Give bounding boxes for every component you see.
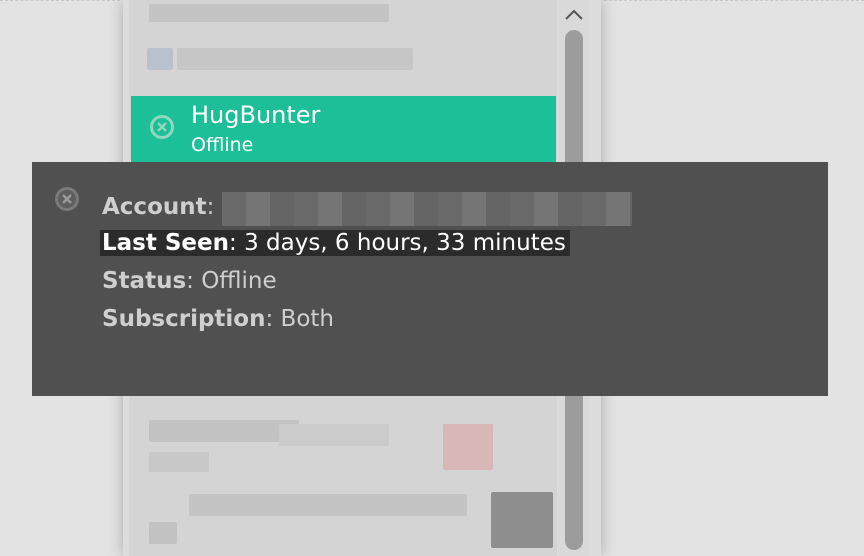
status-line: Status: Offline (102, 268, 277, 294)
redacted-avatar (443, 424, 493, 470)
scroll-up-button[interactable] (560, 4, 588, 26)
redacted-avatar (491, 492, 553, 548)
redacted-list-item[interactable] (149, 420, 299, 442)
chevron-up-icon (565, 9, 583, 20)
account-label: Account (102, 194, 207, 220)
redacted-list-item[interactable] (189, 494, 467, 516)
subscription-line: Subscription: Both (102, 306, 334, 332)
redacted-account-value (222, 192, 632, 226)
top-right-divider (604, 0, 864, 1)
last-seen-label: Last Seen (102, 230, 230, 256)
top-left-divider (0, 0, 120, 1)
last-seen-line: Last Seen: 3 days, 6 hours, 33 minutes (100, 230, 570, 256)
account-line: Account: (102, 194, 215, 220)
contact-row-selected[interactable]: HugBunter Offline (131, 96, 556, 162)
redacted-list-item[interactable] (149, 4, 389, 22)
redacted-list-item[interactable] (279, 424, 389, 446)
subscription-value: Both (280, 306, 334, 332)
offline-x-icon (55, 187, 79, 211)
contact-name: HugBunter (191, 101, 321, 129)
redacted-list-item[interactable] (149, 522, 177, 544)
subscription-label: Subscription (102, 306, 266, 332)
redacted-list-item[interactable] (149, 452, 209, 472)
contact-status: Offline (191, 134, 254, 156)
last-seen-value: 3 days, 6 hours, 33 minutes (244, 230, 566, 256)
redacted-list-item[interactable] (147, 48, 173, 70)
status-value: Offline (201, 268, 277, 294)
redacted-list-item[interactable] (177, 48, 413, 70)
contact-tooltip: Account: Last Seen: 3 days, 6 hours, 33 … (32, 162, 828, 396)
status-label: Status (102, 268, 187, 294)
offline-x-icon (150, 115, 174, 139)
